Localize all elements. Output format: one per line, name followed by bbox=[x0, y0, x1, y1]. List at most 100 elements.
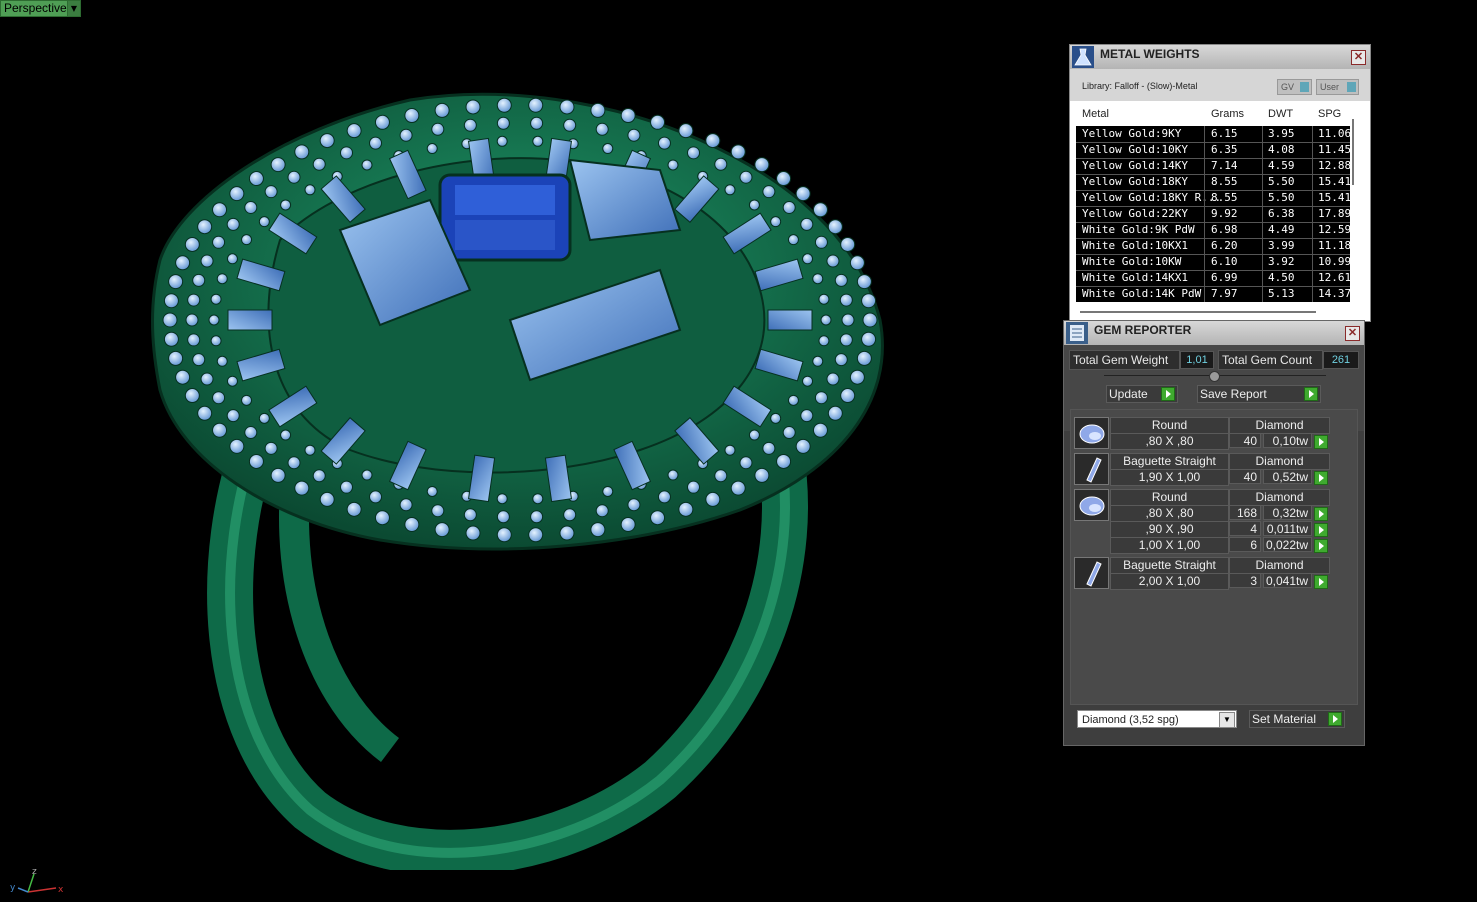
horizontal-scrollbar[interactable] bbox=[1080, 311, 1316, 313]
metal-spg: 17.89 bbox=[1318, 207, 1350, 220]
metal-row[interactable]: Yellow Gold:18KY 8.55 5.50 15.41 bbox=[1076, 174, 1350, 191]
gem-count: 40 bbox=[1229, 433, 1261, 448]
user-toggle-button[interactable]: User bbox=[1316, 79, 1359, 95]
play-icon[interactable] bbox=[1314, 523, 1328, 537]
play-icon[interactable] bbox=[1314, 539, 1328, 553]
total-count-label: Total Gem Count bbox=[1218, 350, 1323, 370]
play-icon bbox=[1304, 387, 1318, 401]
col-metal[interactable]: Metal bbox=[1082, 108, 1109, 120]
metal-name: White Gold:14K PdW bbox=[1082, 287, 1202, 300]
vertical-scrollbar[interactable] bbox=[1352, 119, 1354, 185]
close-icon[interactable]: ✕ bbox=[1345, 326, 1360, 341]
library-label: Library: Falloff - (Slow)-Metal bbox=[1082, 81, 1198, 91]
gem-size: 1,00 X 1,00 bbox=[1110, 537, 1229, 554]
close-icon[interactable]: ✕ bbox=[1351, 50, 1366, 65]
total-weight-value: 1,01 bbox=[1180, 351, 1214, 369]
metal-grams: 8.55 bbox=[1211, 175, 1238, 188]
viewport-label[interactable]: Perspective bbox=[0, 0, 72, 17]
set-material-button[interactable]: Set Material bbox=[1249, 710, 1345, 728]
metal-spg: 11.18 bbox=[1318, 239, 1350, 252]
metal-dwt: 6.38 bbox=[1268, 207, 1295, 220]
total-weight-label: Total Gem Weight bbox=[1069, 350, 1180, 370]
gem-weight: 0,10tw bbox=[1263, 433, 1312, 448]
save-report-label: Save Report bbox=[1200, 387, 1267, 401]
metal-name: Yellow Gold:9KY bbox=[1082, 127, 1182, 140]
metal-row[interactable]: White Gold:14KX1 6.99 4.50 12.61 bbox=[1076, 270, 1350, 287]
gem-material: Diamond bbox=[1229, 417, 1330, 434]
metal-name: White Gold:10KX1 bbox=[1082, 239, 1188, 252]
metal-row[interactable]: Yellow Gold:14KY 7.14 4.59 12.88 bbox=[1076, 158, 1350, 175]
metal-row[interactable]: White Gold:9K PdW 6.98 4.49 12.59 bbox=[1076, 222, 1350, 239]
gem-size: ,90 X ,90 bbox=[1110, 521, 1229, 538]
metal-row[interactable]: Yellow Gold:22KY 9.92 6.38 17.89 bbox=[1076, 206, 1350, 223]
metal-name: Yellow Gold:18KY R... bbox=[1082, 191, 1222, 204]
metal-dwt: 4.49 bbox=[1268, 223, 1295, 236]
metal-row[interactable]: Yellow Gold:18KY R... 8.55 5.50 15.41 bbox=[1076, 190, 1350, 207]
gem-reporter-titlebar[interactable]: GEM REPORTER ✕ bbox=[1064, 321, 1364, 345]
round-gem-icon[interactable] bbox=[1074, 417, 1109, 449]
update-button[interactable]: Update bbox=[1106, 385, 1178, 403]
gem-size: 1,90 X 1,00 bbox=[1110, 469, 1229, 486]
chevron-down-icon[interactable]: ▼ bbox=[1219, 712, 1235, 728]
gem-bottom-bar: Diamond (3,52 spg) ▼ Set Material bbox=[1064, 705, 1364, 745]
gem-count: 168 bbox=[1229, 505, 1261, 520]
gem-material: Diamond bbox=[1229, 557, 1330, 574]
metal-row[interactable]: White Gold:10KX1 6.20 3.99 11.18 bbox=[1076, 238, 1350, 255]
slider-handle[interactable] bbox=[1209, 371, 1220, 382]
metal-grams: 6.35 bbox=[1211, 143, 1238, 156]
axis-x-label: x bbox=[58, 885, 64, 895]
gem-shape: Round bbox=[1110, 489, 1229, 506]
metal-name: Yellow Gold:22KY bbox=[1082, 207, 1188, 220]
gem-count: 4 bbox=[1229, 521, 1261, 536]
set-material-label: Set Material bbox=[1252, 712, 1317, 726]
flask-icon bbox=[1072, 46, 1094, 68]
play-icon[interactable] bbox=[1314, 471, 1328, 485]
axis-gizmo: x z y bbox=[10, 867, 64, 895]
metal-dwt: 4.59 bbox=[1268, 159, 1295, 172]
ring-model[interactable] bbox=[140, 90, 910, 870]
gv-toggle-button[interactable]: GV bbox=[1277, 79, 1312, 95]
gem-reporter-title: GEM REPORTER bbox=[1094, 323, 1192, 337]
metal-grams: 6.20 bbox=[1211, 239, 1238, 252]
metal-weights-panel: METAL WEIGHTS ✕ Library: Falloff - (Slow… bbox=[1069, 44, 1371, 322]
gem-weight: 0,52tw bbox=[1263, 469, 1312, 484]
metal-row[interactable]: White Gold:14K PdW 7.97 5.13 14.37 bbox=[1076, 286, 1350, 302]
col-spg[interactable]: SPG bbox=[1318, 108, 1341, 120]
metal-dwt: 5.50 bbox=[1268, 191, 1295, 204]
baguette-gem-icon[interactable] bbox=[1074, 453, 1109, 485]
metal-weights-titlebar[interactable]: METAL WEIGHTS ✕ bbox=[1070, 45, 1370, 69]
gem-shape: Baguette Straight bbox=[1110, 557, 1229, 574]
material-select[interactable]: Diamond (3,52 spg) ▼ bbox=[1077, 710, 1237, 728]
gem-weight: 0,041tw bbox=[1263, 573, 1312, 588]
metal-row[interactable]: Yellow Gold:10KY 6.35 4.08 11.45 bbox=[1076, 142, 1350, 159]
metal-spg: 15.41 bbox=[1318, 191, 1350, 204]
col-grams[interactable]: Grams bbox=[1211, 108, 1244, 120]
user-label: User bbox=[1320, 82, 1340, 92]
metal-row[interactable]: White Gold:10KW 6.10 3.92 10.99 bbox=[1076, 254, 1350, 271]
metal-spg: 11.45 bbox=[1318, 143, 1350, 156]
metal-dwt: 3.92 bbox=[1268, 255, 1295, 268]
gem-count: 40 bbox=[1229, 469, 1261, 484]
save-report-button[interactable]: Save Report bbox=[1197, 385, 1321, 403]
metal-grams: 6.99 bbox=[1211, 271, 1238, 284]
gem-size: ,80 X ,80 bbox=[1110, 433, 1229, 450]
play-icon[interactable] bbox=[1314, 575, 1328, 589]
gem-count: 3 bbox=[1229, 573, 1261, 588]
baguette-gem-icon[interactable] bbox=[1074, 557, 1109, 589]
metal-name: White Gold:10KW bbox=[1082, 255, 1182, 268]
gv-label: GV bbox=[1281, 82, 1295, 92]
metal-spg: 14.37 bbox=[1318, 287, 1350, 300]
play-icon[interactable] bbox=[1314, 507, 1328, 521]
metal-dwt: 5.13 bbox=[1268, 287, 1295, 300]
metal-name: White Gold:9K PdW bbox=[1082, 223, 1195, 236]
col-dwt[interactable]: DWT bbox=[1268, 108, 1293, 120]
metal-table-header: Metal Grams DWT SPG bbox=[1076, 102, 1350, 125]
viewport-dropdown-icon[interactable]: ▼ bbox=[67, 0, 81, 17]
axis-y-label: y bbox=[10, 883, 16, 893]
metal-row[interactable]: Yellow Gold:9KY 6.15 3.95 11.06 bbox=[1076, 126, 1350, 143]
metal-grams: 9.92 bbox=[1211, 207, 1238, 220]
metal-name: Yellow Gold:14KY bbox=[1082, 159, 1188, 172]
round-gem-icon[interactable] bbox=[1074, 489, 1109, 521]
play-icon[interactable] bbox=[1314, 435, 1328, 449]
metal-name: Yellow Gold:18KY bbox=[1082, 175, 1188, 188]
